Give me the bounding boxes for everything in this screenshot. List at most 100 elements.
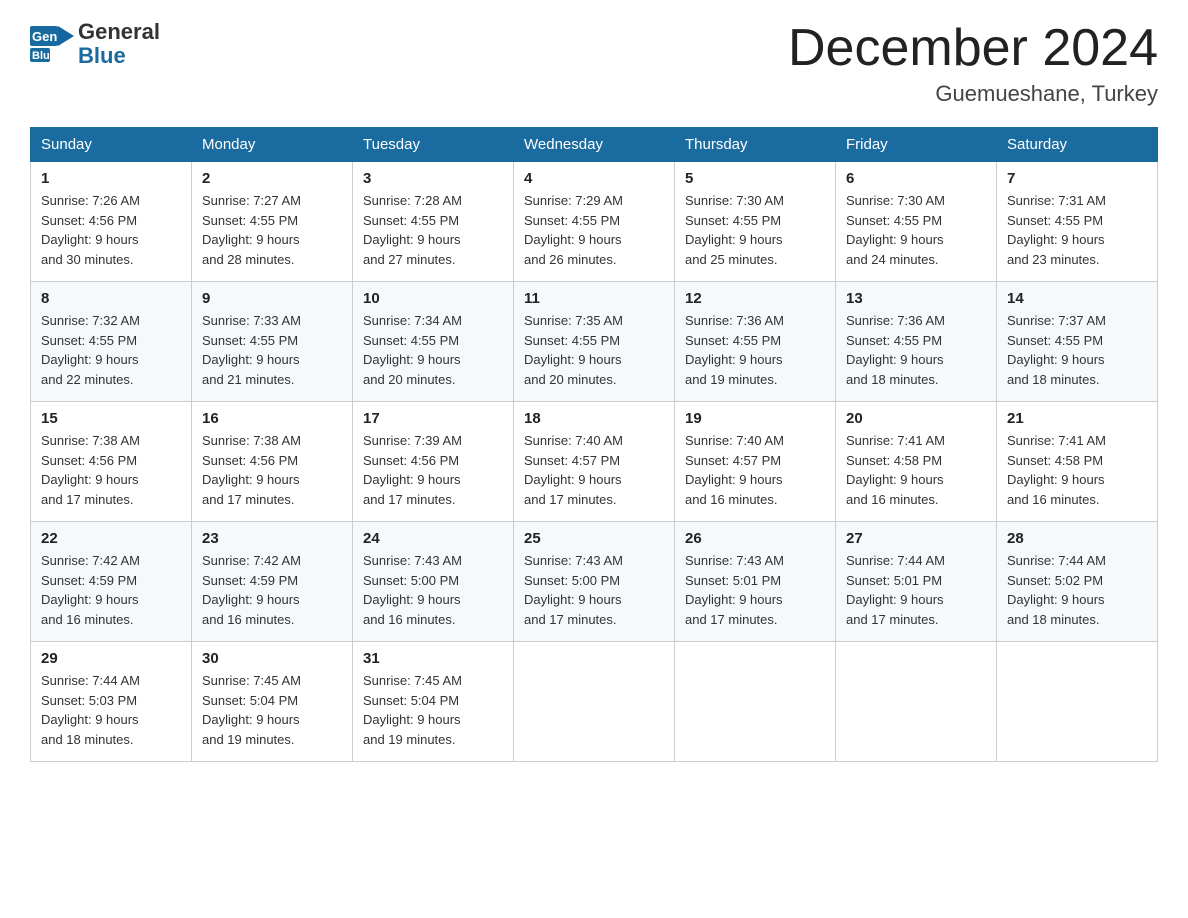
title-section: December 2024 Guemueshane, Turkey <box>788 20 1158 107</box>
calendar-cell: 10 Sunrise: 7:34 AMSunset: 4:55 PMDaylig… <box>353 282 514 402</box>
day-number: 16 <box>202 410 342 427</box>
calendar-cell: 14 Sunrise: 7:37 AMSunset: 4:55 PMDaylig… <box>997 282 1158 402</box>
calendar-cell: 8 Sunrise: 7:32 AMSunset: 4:55 PMDayligh… <box>31 282 192 402</box>
day-info: Sunrise: 7:30 AMSunset: 4:55 PMDaylight:… <box>846 193 945 267</box>
day-info: Sunrise: 7:40 AMSunset: 4:57 PMDaylight:… <box>524 433 623 507</box>
week-row-2: 8 Sunrise: 7:32 AMSunset: 4:55 PMDayligh… <box>31 282 1158 402</box>
day-number: 24 <box>363 530 503 547</box>
day-info: Sunrise: 7:44 AMSunset: 5:01 PMDaylight:… <box>846 553 945 627</box>
logo: Gen Blue General Blue <box>30 20 160 68</box>
day-info: Sunrise: 7:38 AMSunset: 4:56 PMDaylight:… <box>41 433 140 507</box>
day-info: Sunrise: 7:26 AMSunset: 4:56 PMDaylight:… <box>41 193 140 267</box>
day-number: 1 <box>41 170 181 187</box>
day-number: 23 <box>202 530 342 547</box>
day-number: 15 <box>41 410 181 427</box>
calendar-cell: 4 Sunrise: 7:29 AMSunset: 4:55 PMDayligh… <box>514 162 675 282</box>
calendar-cell: 24 Sunrise: 7:43 AMSunset: 5:00 PMDaylig… <box>353 522 514 642</box>
calendar-cell: 22 Sunrise: 7:42 AMSunset: 4:59 PMDaylig… <box>31 522 192 642</box>
calendar-cell: 9 Sunrise: 7:33 AMSunset: 4:55 PMDayligh… <box>192 282 353 402</box>
calendar-cell: 6 Sunrise: 7:30 AMSunset: 4:55 PMDayligh… <box>836 162 997 282</box>
calendar-cell: 1 Sunrise: 7:26 AMSunset: 4:56 PMDayligh… <box>31 162 192 282</box>
day-number: 11 <box>524 290 664 307</box>
svg-text:Blue: Blue <box>32 50 56 62</box>
calendar-header-row: SundayMondayTuesdayWednesdayThursdayFrid… <box>31 128 1158 162</box>
logo-blue-text: Blue <box>78 44 160 68</box>
day-info: Sunrise: 7:38 AMSunset: 4:56 PMDaylight:… <box>202 433 301 507</box>
column-header-friday: Friday <box>836 128 997 162</box>
day-number: 2 <box>202 170 342 187</box>
day-number: 20 <box>846 410 986 427</box>
location-text: Guemueshane, Turkey <box>788 81 1158 107</box>
month-title: December 2024 <box>788 20 1158 77</box>
day-number: 8 <box>41 290 181 307</box>
day-number: 31 <box>363 650 503 667</box>
calendar-cell: 19 Sunrise: 7:40 AMSunset: 4:57 PMDaylig… <box>675 402 836 522</box>
day-info: Sunrise: 7:33 AMSunset: 4:55 PMDaylight:… <box>202 313 301 387</box>
day-number: 12 <box>685 290 825 307</box>
column-header-tuesday: Tuesday <box>353 128 514 162</box>
day-info: Sunrise: 7:42 AMSunset: 4:59 PMDaylight:… <box>202 553 301 627</box>
day-info: Sunrise: 7:27 AMSunset: 4:55 PMDaylight:… <box>202 193 301 267</box>
column-header-monday: Monday <box>192 128 353 162</box>
day-number: 30 <box>202 650 342 667</box>
day-number: 19 <box>685 410 825 427</box>
calendar-cell: 2 Sunrise: 7:27 AMSunset: 4:55 PMDayligh… <box>192 162 353 282</box>
day-number: 21 <box>1007 410 1147 427</box>
calendar-cell: 20 Sunrise: 7:41 AMSunset: 4:58 PMDaylig… <box>836 402 997 522</box>
day-number: 28 <box>1007 530 1147 547</box>
day-info: Sunrise: 7:41 AMSunset: 4:58 PMDaylight:… <box>1007 433 1106 507</box>
calendar-cell: 16 Sunrise: 7:38 AMSunset: 4:56 PMDaylig… <box>192 402 353 522</box>
calendar-cell: 30 Sunrise: 7:45 AMSunset: 5:04 PMDaylig… <box>192 642 353 762</box>
day-info: Sunrise: 7:36 AMSunset: 4:55 PMDaylight:… <box>846 313 945 387</box>
day-info: Sunrise: 7:44 AMSunset: 5:02 PMDaylight:… <box>1007 553 1106 627</box>
day-info: Sunrise: 7:32 AMSunset: 4:55 PMDaylight:… <box>41 313 140 387</box>
calendar-cell: 23 Sunrise: 7:42 AMSunset: 4:59 PMDaylig… <box>192 522 353 642</box>
calendar-cell: 12 Sunrise: 7:36 AMSunset: 4:55 PMDaylig… <box>675 282 836 402</box>
day-info: Sunrise: 7:39 AMSunset: 4:56 PMDaylight:… <box>363 433 462 507</box>
calendar-cell: 5 Sunrise: 7:30 AMSunset: 4:55 PMDayligh… <box>675 162 836 282</box>
day-info: Sunrise: 7:43 AMSunset: 5:01 PMDaylight:… <box>685 553 784 627</box>
day-number: 22 <box>41 530 181 547</box>
day-info: Sunrise: 7:28 AMSunset: 4:55 PMDaylight:… <box>363 193 462 267</box>
week-row-4: 22 Sunrise: 7:42 AMSunset: 4:59 PMDaylig… <box>31 522 1158 642</box>
week-row-3: 15 Sunrise: 7:38 AMSunset: 4:56 PMDaylig… <box>31 402 1158 522</box>
calendar-cell <box>836 642 997 762</box>
day-info: Sunrise: 7:34 AMSunset: 4:55 PMDaylight:… <box>363 313 462 387</box>
day-number: 26 <box>685 530 825 547</box>
column-header-saturday: Saturday <box>997 128 1158 162</box>
day-info: Sunrise: 7:40 AMSunset: 4:57 PMDaylight:… <box>685 433 784 507</box>
calendar-cell: 3 Sunrise: 7:28 AMSunset: 4:55 PMDayligh… <box>353 162 514 282</box>
calendar-cell <box>997 642 1158 762</box>
calendar-cell: 29 Sunrise: 7:44 AMSunset: 5:03 PMDaylig… <box>31 642 192 762</box>
week-row-5: 29 Sunrise: 7:44 AMSunset: 5:03 PMDaylig… <box>31 642 1158 762</box>
calendar-table: SundayMondayTuesdayWednesdayThursdayFrid… <box>30 127 1158 762</box>
day-number: 3 <box>363 170 503 187</box>
day-number: 17 <box>363 410 503 427</box>
day-number: 25 <box>524 530 664 547</box>
page-header: Gen Blue General Blue December 2024 Guem… <box>30 20 1158 107</box>
day-number: 9 <box>202 290 342 307</box>
day-info: Sunrise: 7:31 AMSunset: 4:55 PMDaylight:… <box>1007 193 1106 267</box>
day-info: Sunrise: 7:30 AMSunset: 4:55 PMDaylight:… <box>685 193 784 267</box>
day-number: 4 <box>524 170 664 187</box>
calendar-cell: 25 Sunrise: 7:43 AMSunset: 5:00 PMDaylig… <box>514 522 675 642</box>
calendar-cell: 17 Sunrise: 7:39 AMSunset: 4:56 PMDaylig… <box>353 402 514 522</box>
logo-general-text: General <box>78 20 160 44</box>
calendar-cell: 31 Sunrise: 7:45 AMSunset: 5:04 PMDaylig… <box>353 642 514 762</box>
day-number: 6 <box>846 170 986 187</box>
column-header-thursday: Thursday <box>675 128 836 162</box>
day-info: Sunrise: 7:35 AMSunset: 4:55 PMDaylight:… <box>524 313 623 387</box>
day-number: 18 <box>524 410 664 427</box>
calendar-cell: 26 Sunrise: 7:43 AMSunset: 5:01 PMDaylig… <box>675 522 836 642</box>
calendar-cell: 15 Sunrise: 7:38 AMSunset: 4:56 PMDaylig… <box>31 402 192 522</box>
day-number: 14 <box>1007 290 1147 307</box>
day-number: 27 <box>846 530 986 547</box>
day-number: 13 <box>846 290 986 307</box>
day-number: 29 <box>41 650 181 667</box>
calendar-cell: 21 Sunrise: 7:41 AMSunset: 4:58 PMDaylig… <box>997 402 1158 522</box>
column-header-wednesday: Wednesday <box>514 128 675 162</box>
day-info: Sunrise: 7:42 AMSunset: 4:59 PMDaylight:… <box>41 553 140 627</box>
day-info: Sunrise: 7:43 AMSunset: 5:00 PMDaylight:… <box>524 553 623 627</box>
week-row-1: 1 Sunrise: 7:26 AMSunset: 4:56 PMDayligh… <box>31 162 1158 282</box>
calendar-cell: 7 Sunrise: 7:31 AMSunset: 4:55 PMDayligh… <box>997 162 1158 282</box>
